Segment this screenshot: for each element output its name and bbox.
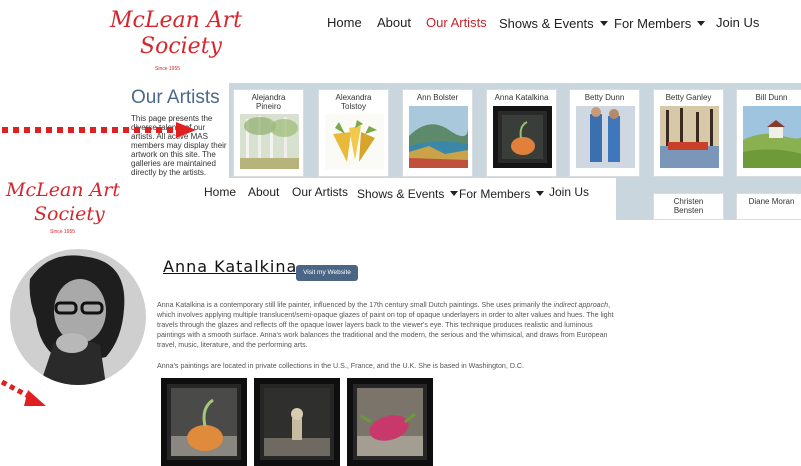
nav-for-members-label: For Members — [459, 187, 531, 201]
artist-card[interactable]: Bill Dunn — [736, 89, 801, 177]
logo-line2: Society — [34, 203, 105, 225]
artist-card[interactable]: Betty Dunn — [569, 89, 640, 177]
nav-our-artists[interactable]: Our Artists — [292, 185, 348, 199]
nav-home[interactable]: Home — [327, 15, 362, 30]
artist-thumbnail — [325, 114, 384, 169]
logo-line2: Society — [140, 34, 222, 59]
artist-thumbnail — [743, 106, 801, 168]
nav-for-members[interactable]: For Members — [459, 185, 545, 203]
nav-for-members-label: For Members — [614, 16, 692, 31]
bio-text-a: Anna Katalkina is a contemporary still l… — [157, 301, 554, 309]
nav-join-us[interactable]: Join Us — [549, 185, 589, 199]
artist-name[interactable]: Anna Katalkina — [163, 257, 297, 276]
logo-line1: McLean Art — [6, 179, 120, 201]
artist-card-name: Betty Dunn — [584, 93, 625, 102]
nav-shows-events-label: Shows & Events — [499, 16, 594, 31]
painting-figurine[interactable] — [254, 378, 340, 466]
annotation-arrow-top — [2, 122, 196, 138]
nav-about[interactable]: About — [248, 185, 279, 199]
artist-card-name: Bill Dunn — [755, 93, 788, 102]
nav-home[interactable]: Home — [204, 185, 236, 199]
artist-thumbnail — [493, 106, 552, 168]
nav-for-members[interactable]: For Members — [614, 15, 706, 33]
logo-since: Since 1955 — [155, 66, 181, 72]
chevron-down-icon — [536, 191, 545, 197]
artist-thumbnail — [660, 106, 719, 168]
artist-card[interactable]: Ann Bolster — [402, 89, 473, 177]
bio-text-emphasis: indirect approach — [553, 301, 609, 309]
painting-pumpkin[interactable] — [161, 378, 247, 466]
artist-bio: Anna Katalkina is a contemporary still l… — [157, 300, 615, 348]
annotation-arrow-bottom — [0, 379, 46, 406]
artist-card[interactable]: Alejandra Pineiro — [233, 89, 304, 177]
artist-card[interactable]: Christen Bensten — [653, 193, 724, 220]
nav-shows-events[interactable]: Shows & Events — [499, 15, 608, 33]
top-nav: Home About Our Artists Shows & Events Fo… — [327, 15, 767, 31]
artists-page-title: Our Artists — [131, 87, 220, 108]
logo-since: Since 1955 — [50, 229, 76, 235]
overlay-logo[interactable]: McLean Art Society Since 1955 — [6, 181, 126, 237]
artist-card[interactable]: Alexandra Tolstoy — [318, 89, 389, 177]
artist-card-name: Ann Bolster — [416, 93, 459, 102]
artist-bio-2: Anna's paintings are located in private … — [157, 362, 525, 370]
artist-card-name: Anna Katalkina — [494, 93, 549, 102]
nav-shows-events[interactable]: Shows & Events — [357, 185, 459, 203]
artist-card[interactable]: Anna Katalkina — [486, 89, 557, 177]
nav-join-us[interactable]: Join Us — [716, 15, 759, 30]
artist-thumbnail — [576, 106, 635, 168]
artist-thumbnail — [409, 106, 468, 168]
artist-card-name: Betty Ganley — [665, 93, 712, 102]
chevron-down-icon — [450, 191, 459, 197]
visit-website-button[interactable]: Visit my Website — [296, 265, 358, 281]
chevron-down-icon — [697, 21, 706, 27]
top-logo[interactable]: McLean Art Society Since 1955 — [110, 6, 242, 76]
chevron-down-icon — [599, 21, 608, 27]
logo-line1: McLean Art — [110, 8, 242, 33]
artist-portrait — [10, 249, 146, 385]
artist-card-name: Christen Bensten — [673, 197, 704, 215]
painting-dragonfruit[interactable] — [347, 378, 433, 466]
overlay-nav: Home About Our Artists Shows & Events Fo… — [204, 185, 604, 201]
artist-card-name: Diane Moran — [748, 197, 795, 206]
nav-about[interactable]: About — [377, 15, 411, 30]
artist-card-name: Alejandra Pineiro — [251, 93, 286, 111]
nav-shows-events-label: Shows & Events — [357, 187, 445, 201]
artist-card[interactable]: Betty Ganley — [653, 89, 724, 177]
artist-thumbnail — [240, 114, 299, 169]
artist-card-name: Alexandra Tolstoy — [335, 93, 372, 111]
artist-card[interactable]: Diane Moran — [736, 193, 801, 220]
nav-our-artists[interactable]: Our Artists — [426, 15, 487, 30]
